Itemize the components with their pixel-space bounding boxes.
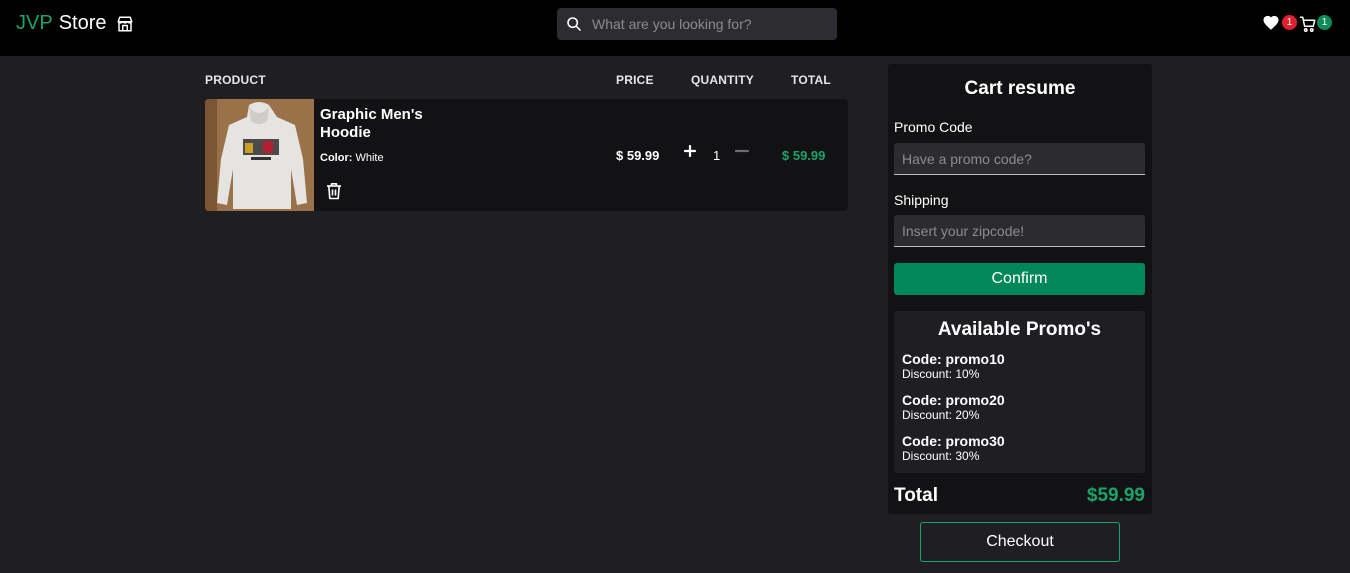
cart-total-value: $59.99 (1086, 485, 1145, 506)
cart-item-row: Graphic Men's Hoodie Color: White $ 59.9… (205, 99, 848, 211)
brand-logo[interactable]: JVP Store (16, 12, 134, 35)
brand-accent: JVP (16, 12, 53, 34)
top-navbar: JVP Store 1 1 (0, 0, 1350, 56)
promo-code-input[interactable] (894, 143, 1145, 175)
promo-item: Code: promo10 Discount: 10% (902, 351, 1005, 382)
cart-resume-title: Cart resume (964, 78, 1076, 99)
promo-code-label: Promo Code (894, 119, 973, 135)
item-total: $ 59.99 (782, 148, 826, 163)
search-input[interactable] (592, 16, 832, 32)
heart-icon (1263, 15, 1279, 30)
increase-quantity-button[interactable] (683, 144, 697, 158)
decrease-quantity-button[interactable] (734, 144, 750, 158)
product-color-label: Color: (320, 152, 353, 164)
checkout-button[interactable]: Checkout (920, 522, 1120, 562)
search-bar[interactable] (557, 8, 837, 40)
promo-code: Code: promo20 (902, 392, 1005, 408)
column-header-product: PRODUCT (205, 73, 266, 87)
promo-item: Code: promo30 Discount: 30% (902, 433, 1005, 464)
promo-discount: Discount: 10% (902, 367, 980, 381)
item-price: $ 59.99 (616, 148, 660, 163)
cart-count-badge: 1 (1317, 15, 1332, 30)
zipcode-input[interactable] (894, 215, 1145, 247)
trash-icon (327, 183, 341, 200)
column-header-quantity: QUANTITY (691, 73, 754, 87)
cart-button[interactable] (1299, 15, 1317, 38)
available-promos-title: Available Promo's (937, 319, 1102, 340)
storefront-icon (116, 15, 134, 33)
promo-item: Code: promo20 Discount: 20% (902, 392, 1005, 423)
brand-name: Store (58, 12, 107, 34)
remove-item-button[interactable] (326, 182, 342, 200)
product-color-value: White (355, 152, 384, 164)
search-icon (567, 17, 581, 31)
promo-discount: Discount: 20% (902, 408, 980, 422)
promo-discount: Discount: 30% (902, 449, 980, 463)
minus-icon (734, 149, 750, 153)
available-promos-box: Available Promo's Code: promo10 Discount… (894, 311, 1145, 473)
product-image[interactable] (205, 99, 314, 211)
cart-icon (1299, 16, 1316, 32)
product-color: Color: White (320, 152, 384, 164)
shipping-label: Shipping (894, 192, 949, 208)
cart-total-label: Total (894, 485, 938, 506)
wishlist-count-badge: 1 (1282, 15, 1297, 30)
wishlist-button[interactable] (1262, 14, 1280, 37)
promo-code: Code: promo10 (902, 351, 1005, 367)
cart-resume-panel: Cart resume Promo Code Shipping Confirm … (888, 64, 1152, 514)
promo-code: Code: promo30 (902, 433, 1005, 449)
column-header-price: PRICE (616, 73, 654, 87)
confirm-button[interactable]: Confirm (894, 263, 1145, 295)
column-header-total: TOTAL (791, 73, 831, 87)
plus-icon (683, 144, 697, 158)
product-name[interactable]: Graphic Men's Hoodie (320, 106, 440, 142)
item-quantity: 1 (713, 148, 721, 163)
